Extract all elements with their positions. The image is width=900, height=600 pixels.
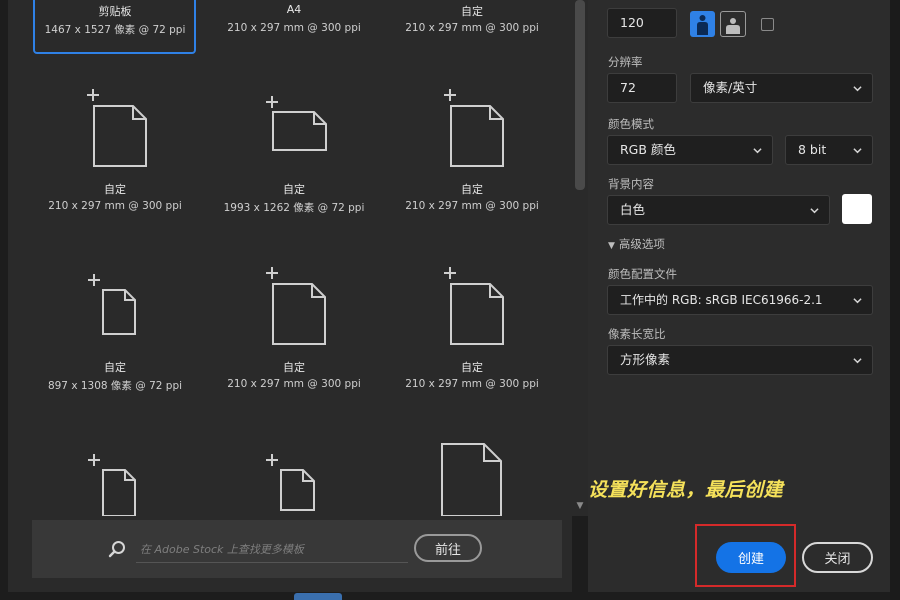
- close-button[interactable]: 关闭: [802, 542, 873, 573]
- preset-size: 210 x 297 mm @ 300 ppi: [405, 378, 539, 390]
- document-small-icon[interactable]: [34, 442, 196, 516]
- preset-name: 自定: [104, 183, 126, 196]
- pixel-aspect-label: 像素长宽比: [608, 327, 666, 341]
- resolution-unit-value: 像素/英寸: [703, 80, 758, 95]
- scroll-down-arrow-icon[interactable]: ▼: [575, 500, 585, 512]
- advanced-options-label: 高级选项: [618, 237, 665, 251]
- chevron-down-icon: [853, 86, 862, 92]
- go-button[interactable]: 前往: [414, 534, 482, 562]
- height-input[interactable]: 120: [607, 8, 677, 38]
- bit-depth-select[interactable]: 8 bit: [785, 135, 873, 165]
- chevron-down-icon: [853, 358, 862, 364]
- resolution-unit-select[interactable]: 像素/英寸: [690, 73, 873, 103]
- preset-size: 897 x 1308 像素 @ 72 ppi: [47, 380, 183, 392]
- document-portrait-icon: [266, 267, 326, 345]
- background-select[interactable]: 白色: [607, 195, 830, 225]
- preset-name: 自定: [283, 183, 305, 196]
- preset-size: 210 x 297 mm @ 300 ppi: [405, 200, 539, 212]
- search-input[interactable]: [136, 536, 408, 563]
- taskbar-app-icon[interactable]: [294, 593, 342, 600]
- color-profile-select[interactable]: 工作中的 RGB: sRGB IEC61966-2.1: [607, 285, 873, 315]
- landscape-orientation-icon[interactable]: [720, 11, 746, 37]
- chevron-down-icon: [753, 148, 762, 154]
- background-label: 背景内容: [608, 177, 654, 191]
- color-mode-label: 颜色模式: [608, 117, 654, 131]
- preset-name: 自定: [461, 183, 483, 196]
- pixel-aspect-value: 方形像素: [620, 352, 671, 367]
- preset-size: 1467 x 1527 像素 @ 72 ppi: [44, 24, 186, 36]
- document-large-icon[interactable]: [391, 442, 553, 516]
- preset-size: 210 x 297 mm @ 300 ppi: [405, 22, 539, 34]
- document-small-icon: [88, 274, 136, 335]
- document-portrait-icon: [87, 89, 147, 167]
- preset-size: 1993 x 1262 像素 @ 72 ppi: [223, 202, 365, 214]
- preset-name: 自定: [461, 361, 483, 374]
- color-mode-value: RGB 颜色: [620, 142, 676, 157]
- create-button[interactable]: 创建: [716, 542, 786, 573]
- background-value: 白色: [620, 202, 646, 217]
- preset-size: 210 x 297 mm @ 300 ppi: [227, 378, 361, 390]
- chevron-down-icon: [853, 298, 862, 304]
- tutorial-caption: 设置好信息，最后创建: [588, 479, 784, 501]
- portrait-orientation-icon[interactable]: [690, 11, 715, 37]
- preset-name: 剪贴板: [98, 5, 132, 18]
- preset-name: 自定: [461, 5, 483, 18]
- bit-depth-value: 8 bit: [798, 142, 827, 157]
- preset-size: 210 x 297 mm @ 300 ppi: [227, 22, 361, 34]
- preset-name: 自定: [283, 361, 305, 374]
- preset-name: 自定: [104, 361, 126, 374]
- preset-scrollbar[interactable]: ▼: [572, 0, 588, 516]
- resolution-input[interactable]: 72: [607, 73, 677, 103]
- preset-size: 210 x 297 mm @ 300 ppi: [48, 200, 182, 212]
- document-settings-panel: 120 分辨率 72 像素/英寸 颜色模式 RGB 颜色 8 bit 背景内容 …: [588, 0, 890, 592]
- advanced-options-toggle[interactable]: ▼ 高级选项: [608, 236, 665, 252]
- pixel-aspect-select[interactable]: 方形像素: [607, 345, 873, 375]
- document-portrait-icon: [444, 267, 504, 345]
- color-profile-label: 颜色配置文件: [608, 267, 677, 281]
- document-portrait-icon: [444, 89, 504, 167]
- document-small-icon[interactable]: [213, 442, 375, 516]
- window-edge: [890, 0, 900, 600]
- color-profile-value: 工作中的 RGB: sRGB IEC61966-2.1: [620, 293, 823, 307]
- preset-name: A4: [286, 3, 302, 16]
- scroll-thumb[interactable]: [575, 0, 585, 190]
- artboard-checkbox[interactable]: [761, 18, 774, 31]
- color-mode-select[interactable]: RGB 颜色: [607, 135, 773, 165]
- chevron-down-icon: [810, 208, 819, 214]
- search-icon: [108, 541, 125, 558]
- stock-search-bar: 前往: [32, 520, 562, 578]
- chevron-down-icon: [853, 148, 862, 154]
- background-color-swatch[interactable]: [842, 194, 872, 224]
- chevron-down-icon: ▼: [608, 241, 615, 251]
- resolution-label: 分辨率: [608, 55, 643, 69]
- document-landscape-icon: [266, 96, 327, 151]
